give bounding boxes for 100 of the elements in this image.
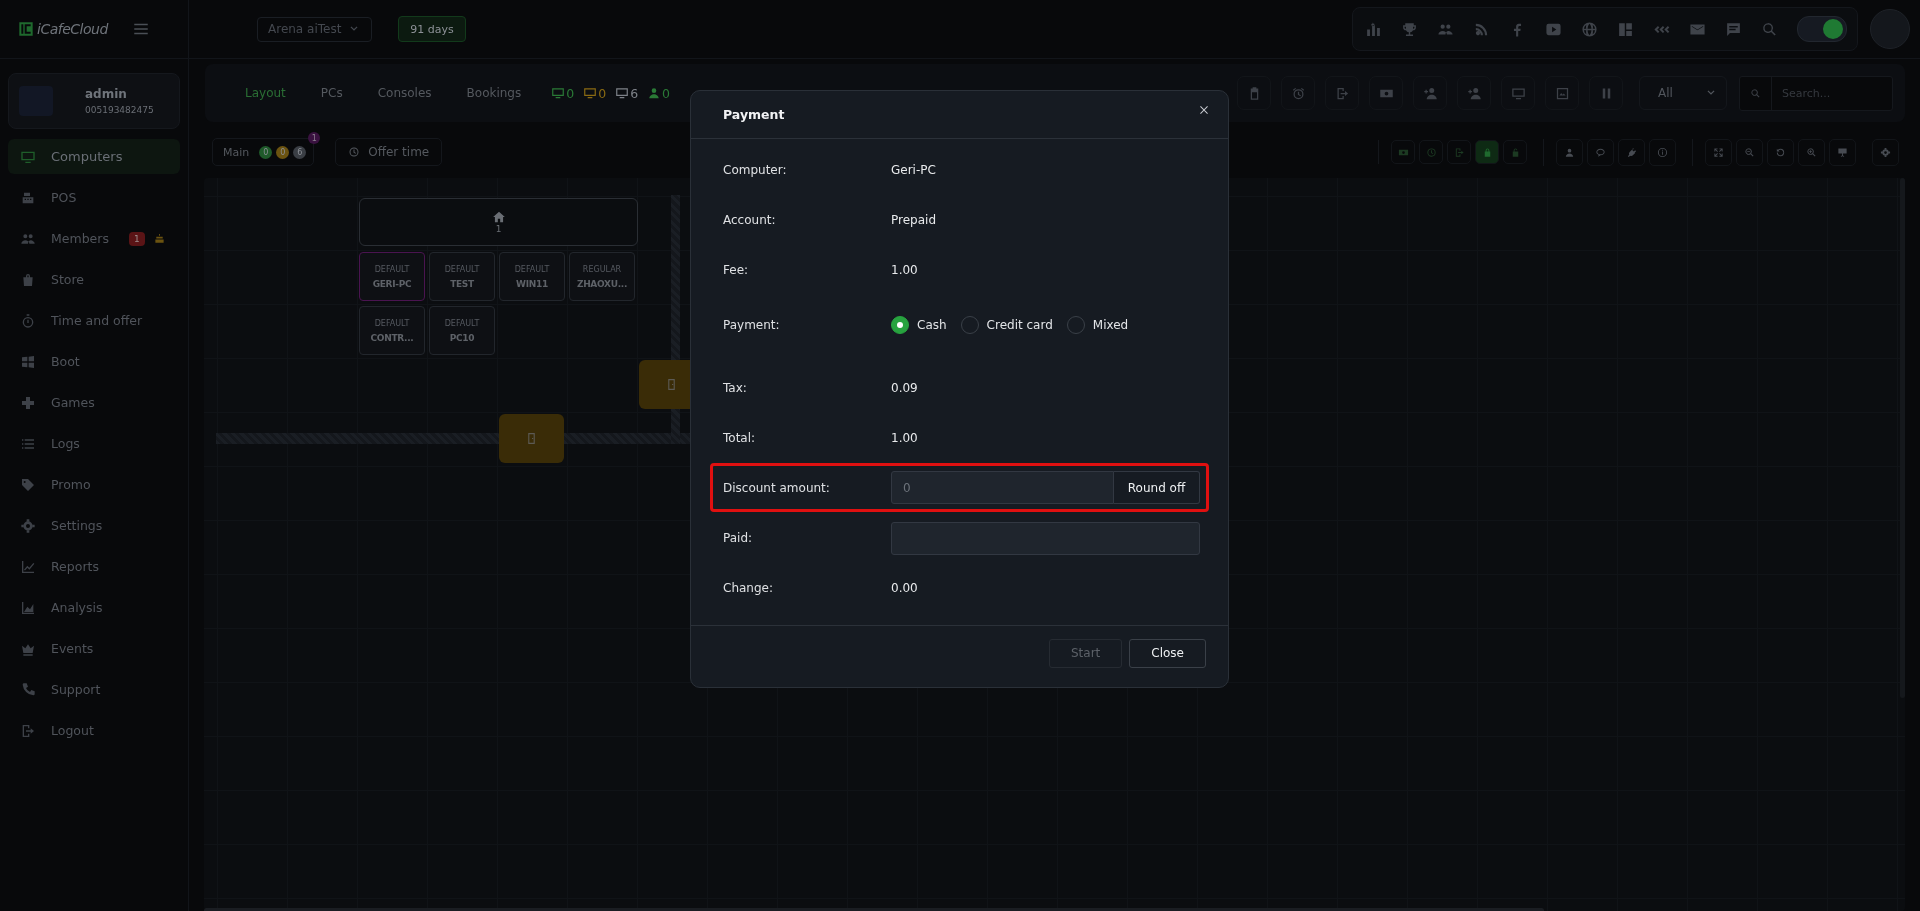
clock-icon[interactable] xyxy=(1419,140,1443,164)
radio-option[interactable]: Mixed xyxy=(1066,315,1129,334)
sidebar-item[interactable]: Analysis xyxy=(8,590,180,625)
add-user-icon[interactable] xyxy=(1413,76,1447,110)
avatar-logo[interactable] xyxy=(1870,9,1910,49)
trophy-icon[interactable] xyxy=(1401,20,1418,38)
refresh-icon[interactable] xyxy=(1767,138,1794,166)
tab[interactable]: PCs xyxy=(320,86,343,100)
sidebar-item-label: Support xyxy=(51,682,101,697)
door-icon xyxy=(525,431,538,446)
field-value: Geri-PC xyxy=(891,163,936,177)
presentation-icon[interactable] xyxy=(1829,138,1856,166)
offer-time-button[interactable]: Offer time xyxy=(335,138,443,166)
phone-icon xyxy=(20,681,36,698)
computer-tile[interactable]: DEFAULT PC10 xyxy=(429,306,495,355)
filter-dropdown[interactable]: All xyxy=(1639,76,1727,110)
computer-tile[interactable]: REGULAR ZHAOXU... xyxy=(569,252,635,301)
sidebar-item[interactable]: Reports xyxy=(8,549,180,584)
sidebar-item-label: Members xyxy=(51,231,109,246)
radio-button[interactable] xyxy=(1066,315,1085,334)
computer-group: DEFAULT xyxy=(514,264,550,274)
sidebar-item[interactable]: Logs xyxy=(8,426,180,461)
computer-group: DEFAULT xyxy=(374,318,410,328)
close-icon[interactable] xyxy=(1198,103,1210,116)
field-label: Total: xyxy=(723,431,757,445)
sidebar-item[interactable]: POS xyxy=(8,180,180,215)
radio-button[interactable] xyxy=(891,315,909,334)
round-off-button[interactable]: Round off xyxy=(1114,471,1200,504)
cash-icon[interactable] xyxy=(1391,140,1415,164)
sidebar-item-label: Settings xyxy=(51,518,103,533)
sidebar-item[interactable]: Support xyxy=(8,672,180,707)
computer-name: PC10 xyxy=(449,332,475,343)
sidebar-item-label: Computers xyxy=(51,149,123,164)
cash-icon[interactable] xyxy=(1369,76,1403,110)
sidebar-item[interactable]: Store xyxy=(8,262,180,297)
field-label: Account: xyxy=(723,213,777,227)
sidebar-item[interactable]: Members 1 xyxy=(8,221,180,256)
globe-icon[interactable] xyxy=(1581,20,1598,38)
computer-tile[interactable]: DEFAULT WIN11 xyxy=(499,252,565,301)
field-value: 1.00 xyxy=(891,263,918,277)
shopping-bag-icon xyxy=(20,271,36,288)
zoom-in-icon[interactable] xyxy=(1798,138,1825,166)
info-icon[interactable] xyxy=(1649,138,1676,166)
computer-group: DEFAULT xyxy=(444,264,480,274)
lock-icon[interactable] xyxy=(1475,140,1499,164)
battery-icon[interactable] xyxy=(1237,76,1271,110)
computer-tile[interactable]: DEFAULT CONTR... xyxy=(359,306,425,355)
sidebar-item[interactable]: Games xyxy=(8,385,180,420)
logout-icon[interactable] xyxy=(1325,76,1359,110)
computer-tile[interactable]: DEFAULT TEST xyxy=(429,252,495,301)
input-field[interactable]: 0 xyxy=(891,471,1114,504)
logo-mark-icon[interactable] xyxy=(1617,20,1634,38)
monitor-icon xyxy=(615,86,630,100)
field-label: Computer: xyxy=(723,163,788,177)
user-card[interactable]: admin 005193482475 xyxy=(8,73,180,129)
theme-toggle[interactable] xyxy=(1797,16,1847,42)
computer-group: DEFAULT xyxy=(374,264,410,274)
radio-option[interactable]: Credit card xyxy=(960,315,1053,334)
radio-button[interactable] xyxy=(960,315,979,334)
monitor-icon[interactable] xyxy=(1501,76,1535,110)
tab[interactable]: Consoles xyxy=(377,86,432,100)
radio-option[interactable]: Cash xyxy=(891,315,947,334)
pause-icon[interactable] xyxy=(1589,76,1623,110)
dialog-button[interactable]: Close xyxy=(1129,638,1206,668)
chat-bubble-icon[interactable] xyxy=(1587,138,1614,166)
logout-icon[interactable] xyxy=(1447,140,1471,164)
input-field[interactable] xyxy=(891,521,1200,555)
tab[interactable]: Layout xyxy=(245,86,286,100)
sidebar-item-label: Promo xyxy=(51,477,91,492)
sidebar-item[interactable]: Events xyxy=(8,631,180,666)
room-number: 1 xyxy=(495,224,502,234)
tab[interactable]: Bookings xyxy=(466,86,522,100)
sidebar-item-label: Reports xyxy=(51,559,99,574)
expand-icon[interactable] xyxy=(1705,138,1732,166)
search-icon[interactable] xyxy=(1761,20,1778,38)
room-block[interactable]: 1 xyxy=(359,198,638,246)
zoom-out-icon[interactable] xyxy=(1736,138,1763,166)
add-user-icon[interactable] xyxy=(1457,76,1491,110)
field-label: Paid: xyxy=(723,531,754,545)
door-tile[interactable] xyxy=(499,414,564,463)
image-icon[interactable] xyxy=(1545,76,1579,110)
sidebar-item[interactable]: Time and offer xyxy=(8,303,180,338)
count-badge: 0 xyxy=(259,145,273,159)
clock-icon xyxy=(348,146,361,158)
sidebar-item[interactable]: Computers xyxy=(8,139,180,174)
field-value: Prepaid xyxy=(891,213,936,227)
field-value: 0.00 xyxy=(891,581,918,595)
sidebar-item[interactable]: Promo xyxy=(8,467,180,502)
unlock-icon[interactable] xyxy=(1503,140,1527,164)
plug-icon[interactable] xyxy=(1618,138,1645,166)
room-label: Main xyxy=(223,145,250,159)
branch-dropdown[interactable]: Arena aiTest xyxy=(257,16,373,42)
radio-label: Credit card xyxy=(986,317,1053,332)
sidebar-item[interactable]: Boot xyxy=(8,344,180,379)
chat-icon[interactable] xyxy=(1725,20,1742,38)
sidebar-item[interactable]: Logout xyxy=(8,713,180,748)
alarm-clock-icon[interactable] xyxy=(1281,76,1315,110)
computer-tile[interactable]: DEFAULT GERI-PC xyxy=(359,252,425,301)
person-icon[interactable] xyxy=(1556,138,1583,166)
sidebar-item[interactable]: Settings xyxy=(8,508,180,543)
